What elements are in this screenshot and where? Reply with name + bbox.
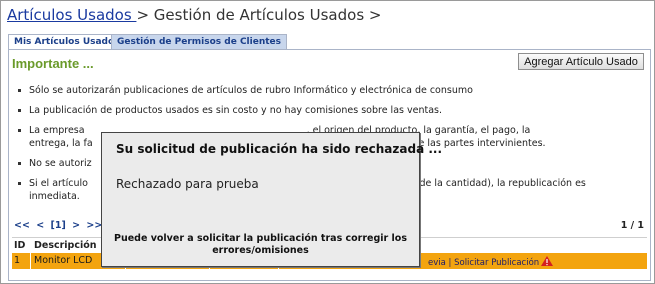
pager-first[interactable]: <<	[14, 220, 30, 231]
pager-next[interactable]: >	[72, 220, 80, 231]
column-header-id: ID	[14, 240, 26, 251]
rule-text: Si el artículo	[29, 178, 88, 189]
breadcrumb-current: Gestión de Artículos Usados >	[153, 6, 382, 24]
page-count: 1 / 1	[620, 220, 644, 231]
rule-text: La empresa	[29, 125, 85, 136]
rule-text: oción de la cantidad), la republicación …	[390, 178, 586, 189]
dialog-message: Puede volver a solicitar la publicación …	[113, 233, 407, 256]
warning-icon	[541, 256, 554, 266]
dialog-title: Su solicitud de publicación ha sido rech…	[116, 142, 443, 156]
cell-divider	[30, 253, 31, 269]
row-id: 1	[14, 255, 21, 266]
rule-text: entrega, la fa	[29, 138, 93, 149]
breadcrumb-separator: >	[136, 6, 150, 24]
pager-last[interactable]: >>	[86, 220, 102, 231]
row-action-links[interactable]: evia | Solicitar Publicación	[428, 258, 539, 268]
row-descripcion: Monitor LCD	[34, 255, 93, 266]
column-header-descripcion: Descripción	[34, 240, 97, 251]
row-actions: evia | Solicitar Publicación	[428, 256, 554, 268]
rule-item: La publicación de productos usados es si…	[15, 104, 643, 117]
breadcrumb-link-articulos-usados[interactable]: Artículos Usados	[7, 6, 136, 24]
section-heading: Importante ...	[12, 56, 94, 71]
rule-item: Sólo se autorizarán publicaciones de art…	[15, 84, 643, 97]
pager-prev[interactable]: <	[36, 220, 44, 231]
tab-mis-articulos-usados[interactable]: Mis Artículos Usados	[8, 34, 126, 49]
page-frame: Artículos Usados > Gestión de Artículos …	[0, 0, 655, 284]
add-used-item-button[interactable]: Agregar Artículo Usado	[518, 53, 644, 70]
rejection-dialog: Su solicitud de publicación ha sido rech…	[101, 132, 442, 267]
rejection-reason: Rechazado para prueba	[116, 177, 259, 191]
pagination: << < [1] > >>	[14, 220, 105, 231]
pager-current-page[interactable]: [1]	[51, 220, 66, 231]
tab-gestion-permisos-clientes[interactable]: Gestión de Permisos de Clientes	[111, 34, 287, 49]
breadcrumb: Artículos Usados > Gestión de Artículos …	[7, 6, 381, 24]
rule-text: inmediata.	[29, 191, 80, 202]
